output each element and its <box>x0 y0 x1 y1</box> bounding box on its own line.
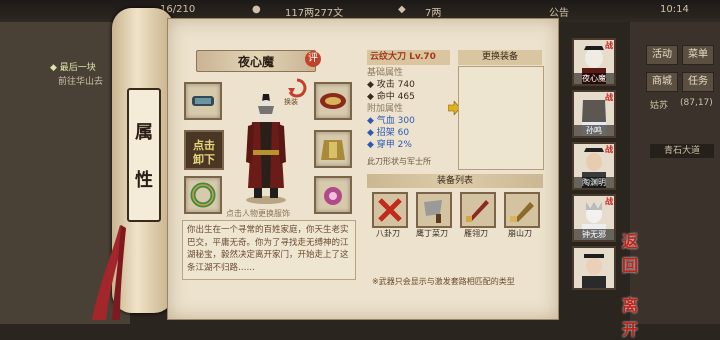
equip-list-title: 装备列表 <box>367 174 543 188</box>
extra-stats-title: 附加属性 <box>367 104 404 114</box>
name-banner: 夜心魔 <box>196 50 316 72</box>
stat-label: ◆ 气血 <box>367 116 395 126</box>
back-label: 返回 <box>621 232 638 275</box>
stat-value: 60 <box>397 128 410 138</box>
slot-armor[interactable] <box>314 130 352 168</box>
cleaver-icon <box>424 200 442 223</box>
character-description: 你出生在一个寻常的百姓家庭，你天生老实巴交，平庸无奇。你为了寻找走无缚神的江湖秘… <box>182 220 356 280</box>
pendant-icon <box>324 187 342 205</box>
list-item-name: 八卦刀 <box>376 229 400 238</box>
weapon-type-note: ※武器只会显示与激发套路相匹配的类型 <box>372 277 515 286</box>
coin-icon: ● <box>252 4 261 15</box>
money-readout: 117两277文 <box>285 8 344 19</box>
stat-label: ◆ 命中 <box>367 92 395 102</box>
slot-ring[interactable] <box>184 176 222 214</box>
stat-label: ◆ 招架 <box>367 128 395 138</box>
stat-row: ◆ 招架 60 <box>367 127 451 139</box>
unequip-button[interactable]: 点击 卸下 <box>184 130 224 170</box>
stat-row: ◆ 命中 465 <box>367 91 451 103</box>
notice-button[interactable]: 公告 <box>549 4 569 19</box>
list-item-mountain-blade[interactable] <box>504 192 540 228</box>
slot-accessory[interactable] <box>314 176 352 214</box>
weapon-stats: 基础属性 ◆ 攻击 740 ◆ 命中 465 附加属性 ◆ 气血 300 ◆ 招… <box>367 67 451 157</box>
portrait-party-3[interactable]: 战 陶渊明 <box>572 142 616 190</box>
stat-value: 740 <box>397 80 415 90</box>
silver-readout: 7两 <box>425 8 442 19</box>
broken-blade-icon <box>378 198 402 222</box>
belt-icon <box>320 93 346 109</box>
portrait-name: 陶渊明 <box>574 177 614 188</box>
weapon-note: 此刀形状与军士所 <box>367 157 431 166</box>
stat-value: 465 <box>397 92 415 102</box>
quest-title[interactable]: ◆ 最后一块 <box>50 60 96 73</box>
portrait-party-1[interactable]: 战 夜心魔 <box>572 38 616 86</box>
stat-row: ◆ 攻击 740 <box>367 79 451 91</box>
list-item-name: 崩山刀 <box>508 229 532 238</box>
list-item-bagua-blade[interactable] <box>372 192 408 228</box>
menu-activity[interactable]: 活动 <box>646 45 678 65</box>
rating-badge[interactable]: 评 <box>305 51 321 67</box>
list-item-name: 雁翎刀 <box>464 229 488 238</box>
stat-label: ◆ 攻击 <box>367 80 395 90</box>
battle-tag: 战 <box>605 145 613 154</box>
tab-char-1: 属 <box>135 122 153 143</box>
leave-label: 离开 <box>621 296 638 339</box>
slot-bracer[interactable] <box>184 82 222 120</box>
stat-value: 2% <box>397 140 412 150</box>
saber-icon <box>466 200 489 222</box>
bracer-icon <box>192 96 214 106</box>
map-coords: (87,17) <box>680 98 713 108</box>
quest-sub: 前往华山去 <box>58 77 104 87</box>
portrait-name: 钟无邪 <box>574 229 614 240</box>
character-hint: 点击人物更换服饰 <box>226 209 290 218</box>
clock: 10:14 <box>660 4 689 15</box>
tab-attributes[interactable]: 属 性 <box>127 88 161 222</box>
ingot-icon: ◆ <box>398 4 406 15</box>
back-button[interactable]: 返回 离开 <box>616 228 644 339</box>
character-figure[interactable] <box>236 88 296 206</box>
unequip-line2: 卸下 <box>193 153 215 166</box>
battle-tag: 战 <box>605 93 613 102</box>
list-item-goose-feather-blade[interactable] <box>460 192 496 228</box>
base-stats-title: 基础属性 <box>367 68 404 78</box>
stat-row: ◆ 穿甲 2% <box>367 139 451 151</box>
map-name: 姑苏 <box>650 101 669 111</box>
menu-main[interactable]: 菜单 <box>682 45 714 65</box>
weapon-title: 云纹大刀 Lv.70 <box>367 50 450 65</box>
portrait-party-5[interactable] <box>572 246 616 290</box>
list-item-kitchen-knife[interactable] <box>416 192 452 228</box>
slot-belt[interactable] <box>314 82 352 120</box>
portrait-name: 夜心魔 <box>574 73 614 84</box>
battle-tag: 战 <box>605 41 613 50</box>
stat-row: ◆ 气血 300 <box>367 115 451 127</box>
portrait-party-2[interactable]: 战 孙鸣 <box>572 90 616 138</box>
tab-char-2: 性 <box>135 170 153 191</box>
character-name: 夜心魔 <box>237 55 274 69</box>
broadsword-icon <box>510 202 534 222</box>
portrait-name: 孙鸣 <box>574 125 614 136</box>
stat-label: ◆ 穿甲 <box>367 140 395 150</box>
menu-quest[interactable]: 任务 <box>682 72 714 92</box>
location-label[interactable]: 青石大道 <box>650 144 714 158</box>
portrait-party-4[interactable]: 战 钟无邪 <box>572 194 616 242</box>
tassel-decoration <box>92 225 126 320</box>
stat-value: 300 <box>397 116 415 126</box>
hero-portrait-icon <box>582 254 606 288</box>
armor-icon <box>321 140 345 160</box>
ring-icon <box>190 182 216 208</box>
battle-tag: 战 <box>605 197 613 206</box>
replace-slot-box <box>458 66 544 170</box>
list-item-name: 鹰丁菜刀 <box>416 229 448 238</box>
menu-shop[interactable]: 商城 <box>646 72 678 92</box>
replace-title: 更换装备 <box>458 50 542 65</box>
